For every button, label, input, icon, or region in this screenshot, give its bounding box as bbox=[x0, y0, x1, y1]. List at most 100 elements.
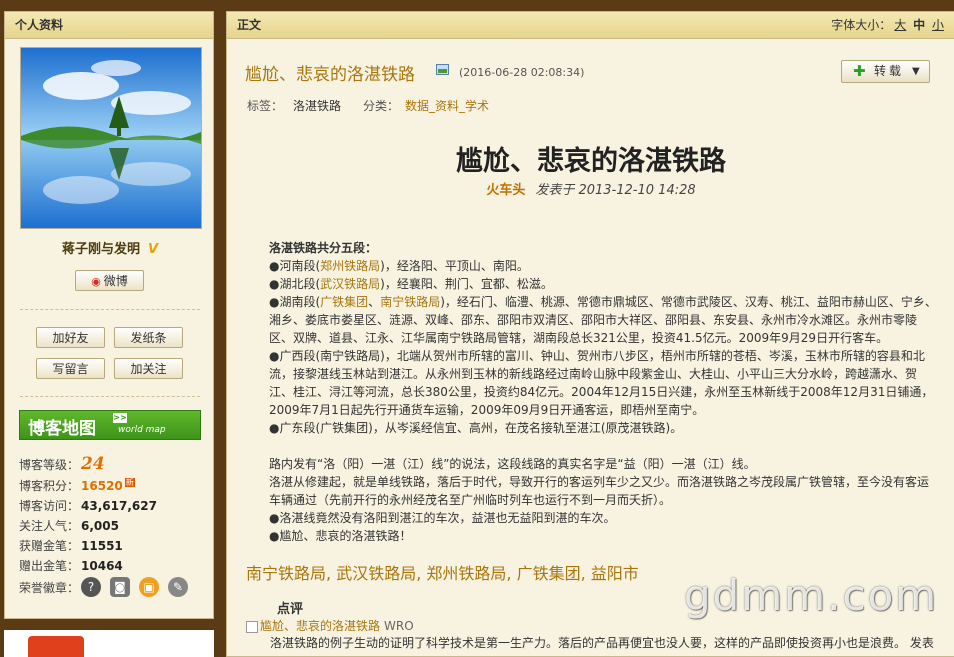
blog-map-title: 博客地图 bbox=[28, 419, 96, 439]
article-panel-header: 正文 字体大小：大 中 小 bbox=[227, 12, 954, 39]
blog-map-banner[interactable]: 博客地图 >> world map bbox=[19, 410, 201, 440]
profile-panel-title: 个人资料 bbox=[5, 12, 213, 39]
font-size-medium-link[interactable]: 中 bbox=[913, 18, 925, 32]
stat-gold-pens-given: 赠出金笔： 10464 bbox=[19, 557, 123, 574]
lock-medal-icon[interactable]: ▣ bbox=[139, 577, 159, 597]
add-friend-button[interactable]: 加好友 bbox=[36, 327, 105, 348]
article-body: 洛湛铁路共分五段： ●河南段(郑州铁路局)，经洛阳、平顶山、南阳。 ●湖北段(武… bbox=[248, 239, 938, 545]
comment-article-link[interactable]: 尴尬、悲哀的洛湛铁路 WRO bbox=[246, 617, 414, 634]
bureau-link[interactable]: 广铁集团 bbox=[320, 295, 368, 309]
article-heading: 尴尬、悲哀的洛湛铁路 bbox=[456, 146, 726, 177]
stat-label: 博客访问： bbox=[19, 499, 80, 513]
sidebar-divider bbox=[20, 309, 200, 310]
quality-medal-icon[interactable]: ? bbox=[81, 577, 101, 597]
segment-text: ●河南段( bbox=[269, 259, 321, 273]
segment-text: 、 bbox=[368, 295, 381, 309]
segment-guangxi: ●广西段(南宁铁路局)，北端从贺州市所辖的富川、钟山、贺州市八步区，梧州市所辖的… bbox=[269, 349, 934, 417]
bureau-link[interactable]: 郑州铁路局 bbox=[320, 259, 380, 273]
article-title: 尴尬、悲哀的洛湛铁路 bbox=[245, 65, 415, 85]
send-note-button[interactable]: 发纸条 bbox=[114, 327, 183, 348]
camera-medal-icon[interactable]: ◙ bbox=[110, 577, 130, 597]
stat-label: 荣誉徽章： bbox=[19, 581, 80, 595]
tag-line: 标签： 洛湛铁路 分类： 数据_资料_学术 bbox=[247, 97, 489, 114]
paragraph: 洛湛从修建起，就是单线铁路，落后于时代，导致开行的客运列车少之又少。而洛湛铁路之… bbox=[269, 475, 930, 507]
blog-map-subtitle: world map bbox=[118, 425, 166, 435]
segment-guangdong: ●广东段(广铁集团)，从岑溪经信宜、高州，在茂名接轨至湛江(原茂湛铁路)。 bbox=[269, 421, 683, 435]
watermark: gdmm.com bbox=[684, 571, 939, 620]
new-badge: 新 bbox=[124, 478, 135, 487]
font-size-label: 字体大小： bbox=[831, 18, 892, 32]
stat-label: 关注人气： bbox=[19, 519, 80, 533]
category-link[interactable]: 数据_资料_学术 bbox=[405, 99, 489, 113]
tags-label: 标签： bbox=[247, 99, 284, 113]
stat-value: 11551 bbox=[81, 539, 123, 553]
font-size-small-link[interactable]: 小 bbox=[932, 18, 944, 32]
profile-sidebar: 个人资料 蒋子刚与发明 V ◉ 微博 加好友 发纸条 写留言 加关注 博客地图 … bbox=[4, 11, 214, 619]
tag-link[interactable]: 广铁集团, bbox=[517, 564, 586, 583]
tag-link[interactable]: 武汉铁路局, bbox=[336, 564, 421, 583]
weibo-button[interactable]: ◉ 微博 bbox=[75, 270, 144, 291]
stat-blog-points: 博客积分： 16520 新 bbox=[19, 477, 135, 494]
photo-icon bbox=[436, 64, 449, 75]
stat-blog-visits: 博客访问： 43,617,627 bbox=[19, 497, 157, 514]
paragraph: ●洛湛线竟然没有洛阳到湛江的车次，益湛也无益阳到湛的车次。 bbox=[269, 511, 616, 525]
stat-popularity: 关注人气： 6,005 bbox=[19, 517, 119, 534]
stat-blog-level: 博客等级： 24 bbox=[19, 454, 105, 474]
broken-image-icon bbox=[246, 620, 258, 633]
comments-title: 点评 bbox=[277, 602, 304, 617]
article-time: (2016-06-28 02:08:34) bbox=[459, 66, 585, 79]
stat-label: 获赠金笔： bbox=[19, 539, 80, 553]
pen-medal-icon[interactable]: ✎ bbox=[168, 577, 188, 597]
segment-text: )，经襄阳、荆门、宜都、松滋。 bbox=[380, 277, 553, 291]
font-size-large-link[interactable]: 大 bbox=[894, 18, 906, 32]
bureau-link[interactable]: 南宁铁路局 bbox=[380, 295, 440, 309]
stat-value: 10464 bbox=[81, 559, 123, 573]
segment-hubei: ●湖北段(武汉铁路局)，经襄阳、荆门、宜都、松滋。 bbox=[248, 275, 938, 293]
follow-button[interactable]: 加关注 bbox=[114, 358, 183, 379]
comment-text: 洛湛铁路的例子生动的证明了科学技术是第一生产力。落后的产品再便宜也没人要，这样的… bbox=[270, 636, 934, 650]
author-link[interactable]: 火车头 bbox=[486, 183, 525, 198]
stat-value: 43,617,627 bbox=[81, 499, 157, 513]
sidebar-next-widget bbox=[4, 630, 214, 657]
repost-button[interactable]: ✚ 转载 ▼ bbox=[841, 60, 930, 83]
segment-hunan: ●湖南段(广铁集团、南宁铁路局)，经石门、临澧、桃源、常德市鼎城区、常德市武陵区… bbox=[248, 293, 938, 347]
weibo-button-label: 微博 bbox=[103, 274, 128, 288]
stat-label: 赠出金笔： bbox=[19, 559, 80, 573]
segment-text: ●湖北段( bbox=[269, 277, 321, 291]
category-label: 分类： bbox=[363, 99, 400, 113]
tag-link[interactable]: 郑州铁路局, bbox=[426, 564, 511, 583]
leave-message-button[interactable]: 写留言 bbox=[36, 358, 105, 379]
segment-henan: ●河南段(郑州铁路局)，经洛阳、平顶山、南阳。 bbox=[248, 257, 938, 275]
stat-value: 24 bbox=[81, 454, 105, 474]
stat-medals: 荣誉徽章： bbox=[19, 579, 79, 596]
comment-link-text: 尴尬、悲哀的洛湛铁路 bbox=[260, 619, 381, 633]
paragraph: 路内发有“洛（阳）一湛（江）线”的说法，这段线路的真实名字是“益（阳）一湛（江）… bbox=[269, 457, 756, 471]
tag-link[interactable]: 洛湛铁路 bbox=[293, 99, 341, 113]
tag-link[interactable]: 南宁铁路局, bbox=[246, 564, 331, 583]
blog-owner-name: 蒋子刚与发明 V bbox=[5, 238, 215, 257]
avatar[interactable] bbox=[20, 47, 202, 229]
segment-text: )，经洛阳、平顶山、南阳。 bbox=[380, 259, 529, 273]
article-panel-title: 正文 bbox=[237, 18, 262, 32]
bureau-link[interactable]: 武汉铁路局 bbox=[320, 277, 380, 291]
verified-icon: V bbox=[147, 242, 159, 257]
plus-icon: ✚ bbox=[853, 62, 866, 80]
segment-text: ●湖南段( bbox=[269, 295, 321, 309]
widget-image bbox=[28, 636, 84, 657]
stat-label: 博客等级： bbox=[19, 458, 80, 472]
weibo-icon: ◉ bbox=[91, 275, 101, 288]
article-byline: 火车头 发表于 2013-12-10 14:28 bbox=[227, 179, 954, 198]
stat-value: 16520 bbox=[81, 479, 123, 493]
blog-map-arrow-icon: >> bbox=[113, 413, 127, 423]
paragraph: ●尴尬、悲哀的洛湛铁路！ bbox=[269, 529, 412, 543]
repost-button-label: 转载 bbox=[874, 64, 905, 78]
section-title: 洛湛铁路共分五段： bbox=[269, 241, 378, 255]
article-panel: 正文 字体大小：大 中 小 尴尬、悲哀的洛湛铁路 (2016-06-28 02:… bbox=[226, 11, 954, 657]
tag-link[interactable]: 益阳市 bbox=[591, 564, 639, 583]
chevron-down-icon: ▼ bbox=[912, 66, 920, 77]
sidebar-divider bbox=[20, 396, 200, 397]
blog-owner-name-text: 蒋子刚与发明 bbox=[61, 242, 140, 257]
comment-link-tail: WRO bbox=[384, 619, 414, 633]
stat-label: 博客积分： bbox=[19, 479, 80, 493]
